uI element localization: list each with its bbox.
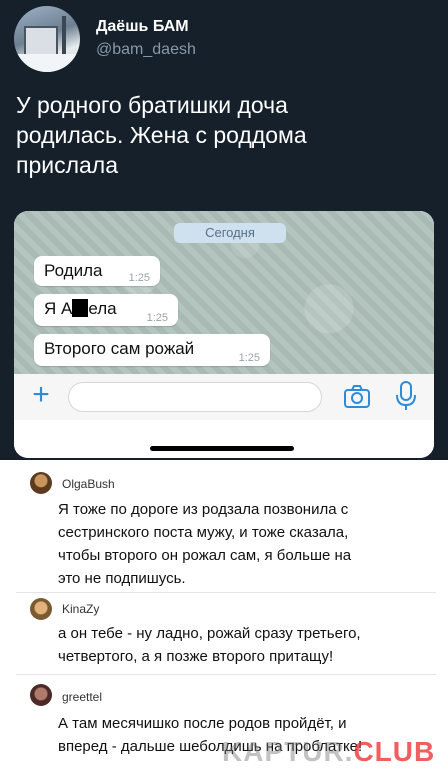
message-text: Второго сам рожай	[44, 339, 195, 358]
tweet: Даёшь БАМ @bam_daesh У родного братишки …	[0, 0, 448, 460]
profile-avatar[interactable]	[14, 6, 80, 72]
message-input[interactable]	[68, 382, 322, 412]
comment-username[interactable]: greettel	[62, 690, 102, 704]
display-name[interactable]: Даёшь БАМ	[96, 18, 189, 36]
message-bubble: Я А ела 1:25	[34, 294, 178, 326]
chat-screenshot: Сегодня Родила 1:25 Я А ела 1:25 Второго …	[14, 211, 434, 458]
comment-divider	[16, 674, 436, 675]
tweet-text-line: прислала	[16, 152, 119, 178]
message-text: Родила	[44, 261, 103, 280]
message-time: 1:25	[238, 352, 260, 364]
comment-line: а он тебе - ну ладно, рожай сразу третье…	[58, 625, 361, 642]
comment-text: Я тоже по дороге из родзала позвонила с …	[58, 498, 434, 590]
plus-icon[interactable]: +	[26, 380, 56, 410]
date-pill: Сегодня	[174, 223, 286, 243]
comment-text: а он тебе - ну ладно, рожай сразу третье…	[58, 622, 434, 668]
message-input-bar: +	[14, 374, 434, 420]
user-handle[interactable]: @bam_daesh	[96, 41, 196, 59]
message-text-start: Я А	[44, 299, 73, 318]
home-indicator-area	[14, 420, 434, 458]
comment-username[interactable]: KinaZy	[62, 602, 99, 616]
tweet-text-line: У родного братишки доча	[16, 92, 288, 118]
tweet-text-line: родилась. Жена с роддома	[16, 122, 307, 148]
comment-line: четвертого, а я позже второго притащу!	[58, 648, 334, 665]
comment-divider	[16, 592, 436, 593]
comment-line: это не подпишусь.	[58, 570, 186, 587]
comment-avatar[interactable]	[30, 684, 52, 706]
comment-avatar[interactable]	[30, 598, 52, 620]
message-time: 1:25	[128, 272, 150, 284]
site-watermark: KAPTUR.CLUB	[222, 736, 435, 768]
comment-line: А там месячишко после родов пройдёт, и	[58, 715, 347, 732]
comment-avatar[interactable]	[30, 472, 52, 494]
message-bubble: Второго сам рожай 1:25	[34, 334, 270, 366]
comment-line: чтобы второго он рожал сам, я больше на	[58, 547, 352, 564]
message-text-end: ела	[88, 299, 117, 318]
camera-icon[interactable]	[342, 382, 372, 412]
comment-line: Я тоже по дороге из родзала позвонила с	[58, 501, 349, 518]
microphone-icon[interactable]	[394, 380, 418, 412]
home-indicator	[150, 446, 294, 451]
tweet-text: У родного братишки доча родилась. Жена с…	[16, 90, 436, 180]
message-time: 1:25	[146, 312, 168, 324]
comment-line: сестринского поста мужу, и тоже сказала,	[58, 524, 349, 541]
watermark-prefix: KAPTUR.	[222, 736, 354, 767]
watermark-suffix: CLUB	[353, 736, 436, 767]
message-bubble: Родила 1:25	[34, 256, 160, 286]
redaction-block	[72, 299, 89, 317]
comment-username[interactable]: OlgaBush	[62, 477, 115, 491]
